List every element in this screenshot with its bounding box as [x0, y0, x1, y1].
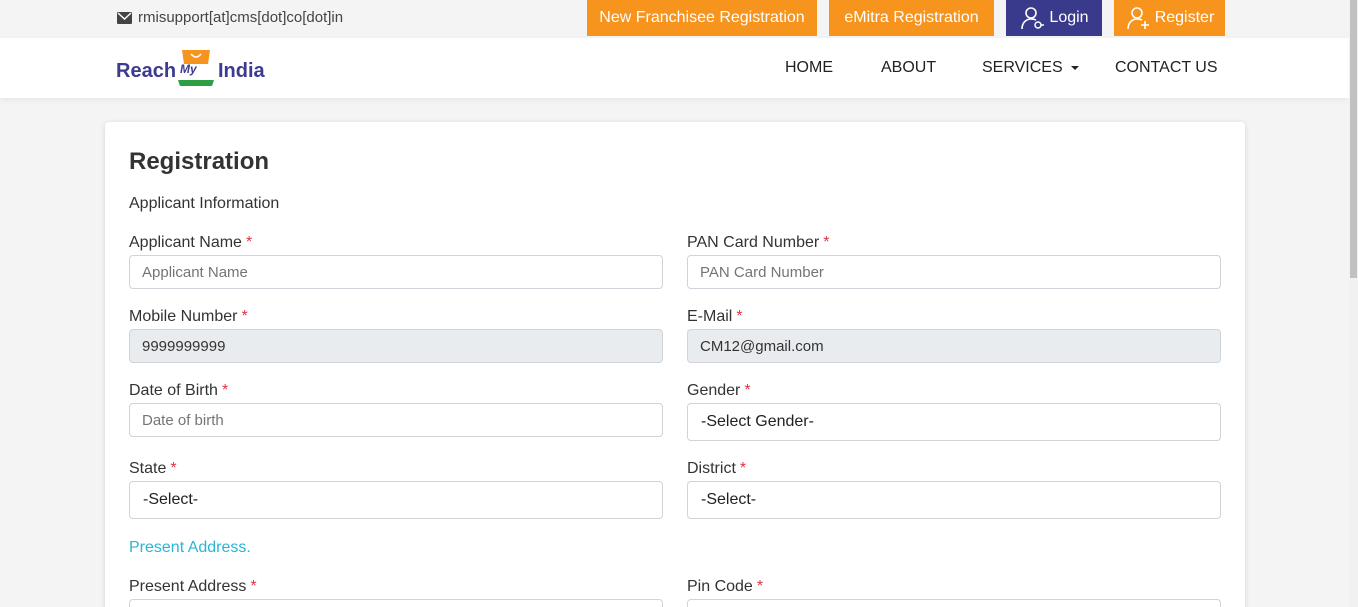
- main-navbar: Reach My India HOME ABOUT SERVICES CONTA…: [0, 38, 1349, 98]
- new-franchisee-registration-button[interactable]: New Franchisee Registration: [587, 0, 817, 36]
- mobile-number-label-text: Mobile Number: [129, 308, 238, 325]
- registration-card: Registration Applicant Information Appli…: [105, 122, 1245, 607]
- pin-code-input[interactable]: [687, 599, 1221, 607]
- pan-card-number-label: PAN Card Number *: [687, 234, 829, 252]
- required-mark: *: [221, 382, 229, 399]
- present-address-section-heading: Present Address.: [129, 539, 251, 556]
- gender-select[interactable]: -Select Gender-: [687, 403, 1221, 441]
- register-button[interactable]: Register: [1114, 0, 1225, 36]
- present-address-label: Present Address *: [129, 578, 257, 596]
- page-title: Registration: [129, 148, 270, 175]
- logo-text-india: India: [218, 60, 265, 82]
- email-label-text: E-Mail: [687, 308, 733, 325]
- date-of-birth-label-text: Date of Birth: [129, 382, 218, 399]
- required-mark: *: [170, 460, 177, 477]
- email-label: E-Mail *: [687, 308, 743, 326]
- page-scrollbar[interactable]: [1349, 0, 1358, 607]
- login-label: Login: [1049, 9, 1089, 26]
- login-button[interactable]: Login: [1006, 0, 1102, 36]
- required-mark: *: [245, 234, 253, 251]
- logo-text-my: My: [180, 62, 197, 76]
- new-franchisee-registration-label: New Franchisee Registration: [599, 9, 805, 26]
- nav-about[interactable]: ABOUT: [881, 59, 936, 77]
- pin-code-label-text: Pin Code: [687, 578, 753, 595]
- pin-code-label: Pin Code *: [687, 578, 763, 596]
- state-label-text: State: [129, 460, 167, 477]
- required-mark: *: [736, 308, 743, 325]
- date-of-birth-input[interactable]: [129, 403, 663, 437]
- scrollbar-thumb[interactable]: [1350, 0, 1357, 278]
- nav-contact-us[interactable]: CONTACT US: [1115, 59, 1218, 77]
- user-key-icon: [1021, 7, 1045, 30]
- present-address-input[interactable]: [129, 599, 663, 607]
- email-input[interactable]: [687, 329, 1221, 363]
- required-mark: *: [250, 578, 257, 595]
- state-select[interactable]: -Select-: [129, 481, 663, 519]
- present-address-label-text: Present Address: [129, 578, 247, 595]
- pan-card-number-label-text: PAN Card Number: [687, 234, 820, 251]
- support-email-text: rmisupport[at]cms[dot]co[dot]in: [138, 9, 344, 26]
- gender-label-text: Gender: [687, 382, 741, 399]
- gender-label: Gender *: [687, 382, 751, 400]
- state-selected-value: -Select-: [143, 491, 199, 508]
- required-mark: *: [739, 460, 747, 477]
- district-select[interactable]: -Select-: [687, 481, 1221, 519]
- nav-home[interactable]: HOME: [785, 59, 833, 77]
- applicant-name-label-text: Applicant Name: [129, 234, 242, 251]
- top-bar: rmisupport[at]cms[dot]co[dot]in New Fran…: [0, 0, 1349, 38]
- register-label: Register: [1154, 9, 1215, 26]
- state-label: State *: [129, 460, 177, 478]
- required-mark: *: [744, 382, 751, 399]
- gender-selected-value: -Select Gender-: [701, 413, 814, 430]
- envelope-icon: [117, 11, 132, 24]
- district-selected-value: -Select-: [701, 491, 757, 508]
- applicant-name-input[interactable]: [129, 255, 663, 289]
- emitra-registration-button[interactable]: eMitra Registration: [829, 0, 994, 36]
- mobile-number-label: Mobile Number *: [129, 308, 248, 326]
- date-of-birth-label: Date of Birth *: [129, 382, 228, 400]
- required-mark: *: [756, 578, 764, 595]
- pan-card-number-input[interactable]: [687, 255, 1221, 289]
- user-plus-icon: [1126, 7, 1149, 30]
- required-mark: *: [823, 234, 830, 251]
- district-label: District *: [687, 460, 746, 478]
- mobile-number-input[interactable]: [129, 329, 663, 363]
- reach-my-india-logo[interactable]: Reach My India: [116, 48, 276, 92]
- nav-services-label: SERVICES: [982, 59, 1063, 76]
- district-label-text: District: [687, 460, 736, 477]
- caret-down-icon: [1070, 66, 1079, 70]
- logo-text-reach: Reach: [116, 60, 177, 82]
- required-mark: *: [241, 308, 248, 325]
- support-email: rmisupport[at]cms[dot]co[dot]in: [117, 9, 343, 26]
- emitra-registration-label: eMitra Registration: [844, 9, 979, 26]
- nav-services[interactable]: SERVICES: [982, 59, 1080, 77]
- applicant-name-label: Applicant Name *: [129, 234, 252, 252]
- applicant-information-heading: Applicant Information: [129, 195, 280, 212]
